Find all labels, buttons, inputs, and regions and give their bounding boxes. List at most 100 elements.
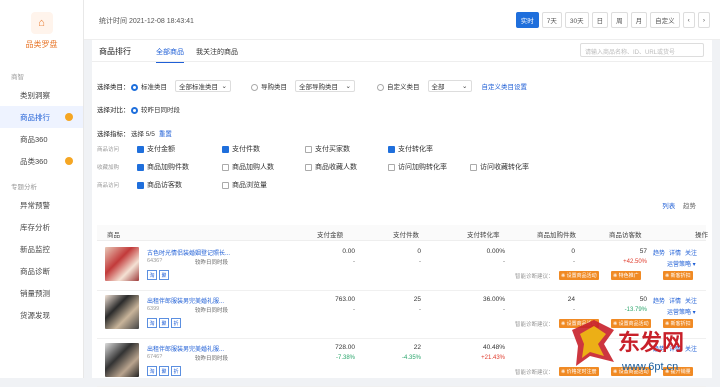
product-tag-button[interactable]: 聚 — [159, 366, 169, 376]
sidebar-item[interactable]: 商品360 — [0, 128, 83, 150]
metric-checkbox[interactable]: 支付金额 — [137, 144, 175, 154]
chevron-right-icon[interactable]: › — [697, 12, 710, 28]
row-action-link[interactable]: 趋势 — [653, 296, 665, 305]
product-tag-button[interactable]: 淘 — [147, 366, 157, 376]
sidebar-item[interactable]: 类别洞察 — [0, 84, 83, 106]
custom-category-settings-link[interactable]: 自定义类目设置 — [482, 81, 528, 91]
product-name-link[interactable]: 古色时光情侣装婚姻登记照长... — [147, 248, 230, 257]
sidebar-item[interactable]: 销量预测 — [0, 282, 83, 304]
checkbox-icon — [305, 145, 312, 153]
metric-checkbox-label: 商品收藏人数 — [315, 164, 357, 171]
product-thumbnail[interactable] — [105, 343, 139, 377]
metric-count: 选择 5/5 — [131, 131, 155, 138]
date-range-button[interactable]: 自定义 — [650, 12, 680, 28]
date-range-button[interactable]: 实时 — [515, 12, 539, 28]
metric-checkbox-label: 商品访客数 — [147, 182, 182, 189]
view-list-link[interactable]: 列表 — [662, 203, 675, 210]
product-tag-button[interactable]: 聚 — [159, 318, 169, 328]
custom-category-select[interactable]: 全部 ⌄ — [427, 80, 472, 92]
metric-checkbox[interactable]: 访问加购转化率 — [388, 162, 447, 172]
sidebar-item[interactable]: 商品排行 — [0, 106, 83, 128]
metric-checkbox[interactable]: 商品收藏人数 — [305, 162, 357, 172]
sidebar-item[interactable]: 品类360 — [0, 150, 83, 172]
search-input[interactable]: 请输入商品名称、ID、URL或货号 — [580, 43, 704, 57]
date-range-selector: 实时 7天 30天日周月自定义 ‹ › — [515, 12, 710, 28]
product-tag-button[interactable]: 淘 — [147, 318, 157, 328]
watermark-logo: 东发网 www.6pt.cn — [572, 320, 684, 373]
date-range-button[interactable]: 日 — [591, 12, 609, 28]
row-action-link[interactable]: 关注 — [685, 248, 697, 257]
cell-count-change: -4.35% — [401, 355, 421, 361]
sidebar-title: 品类罗盘 — [25, 40, 58, 49]
product-tag-button[interactable]: 淘 — [147, 270, 157, 280]
col-visitors[interactable]: 商品访客数 — [609, 229, 642, 239]
watermark-url: www.6pt.cn — [621, 361, 678, 373]
metric-checkbox-label: 访问加购转化率 — [398, 164, 447, 171]
product-thumbnail[interactable] — [105, 247, 139, 281]
sidebar-item-label: 类别洞察 — [20, 90, 50, 100]
ops-strategy-dropdown[interactable]: 运营策略 ▾ — [667, 307, 696, 316]
metric-checkbox[interactable]: 支付转化率 — [388, 144, 433, 154]
metric-checkbox[interactable]: 支付件数 — [222, 144, 260, 154]
diagnosis-tip-button[interactable]: ❋ 特色推广 — [611, 271, 641, 280]
sidebar-item-label: 货源发现 — [20, 310, 50, 320]
cell-visitors-change: -13.79% — [624, 307, 647, 313]
chevron-left-icon[interactable]: ‹ — [682, 12, 695, 28]
sidebar-item-label: 商品排行 — [20, 112, 50, 122]
date-range-button[interactable]: 周 — [611, 12, 628, 28]
row-action-link[interactable]: 关注 — [685, 296, 697, 305]
metric-checkbox[interactable]: 商品加购件数 — [137, 162, 189, 172]
col-pay-amount[interactable]: 支付金额 — [317, 229, 343, 239]
tab-followed-products[interactable]: 我关注的商品 — [196, 47, 238, 57]
radio-standard-category[interactable]: 标准类目 — [131, 81, 167, 91]
tab-all-products[interactable]: 全部商品 — [156, 47, 184, 63]
metric-checkbox[interactable]: 商品加购人数 — [222, 162, 274, 172]
date-range-button[interactable]: 月 — [630, 12, 648, 28]
product-thumbnail[interactable] — [105, 295, 139, 329]
sidebar-item[interactable]: 货源发现 — [0, 304, 83, 326]
radio-icon — [131, 83, 138, 91]
checkbox-icon — [137, 181, 144, 189]
col-pay-conversion[interactable]: 支付转化率 — [467, 229, 500, 239]
row-action-link[interactable]: 详情 — [669, 248, 681, 257]
cell-count: 25 — [413, 296, 421, 303]
date-range-button[interactable]: 7天 — [541, 12, 562, 28]
date-range-button[interactable]: 30天 — [564, 12, 589, 28]
checkbox-icon — [222, 163, 229, 171]
metric-checkbox-label: 商品加购件数 — [147, 164, 189, 171]
metric-checkbox[interactable]: 支付买家数 — [305, 144, 350, 154]
metric-reset-link[interactable]: 重置 — [159, 128, 172, 138]
sidebar-item-label: 异常预警 — [20, 200, 50, 210]
metric-checkbox[interactable]: 访问收藏转化率 — [470, 162, 529, 172]
sidebar-item[interactable]: 库存分析 — [0, 216, 83, 238]
product-name-link[interactable]: 出租伴郎服装男完美婚礼服... — [147, 344, 224, 353]
top-bar: 统计时间 2021-12-08 18:43:41 实时 7天 30天日周月自定义 ‹ › — [84, 0, 720, 40]
shopping-category-select[interactable]: 全部导购类目 ⌄ — [295, 80, 355, 92]
diagnosis-tip-button[interactable]: ❋ 设置商品活动 — [559, 271, 599, 280]
row-action-link[interactable]: 趋势 — [653, 248, 665, 257]
product-name-link[interactable]: 出租伴郎服装男完美婚礼服... — [147, 296, 224, 305]
diagnosis-tip-button[interactable]: ❋ 新客折扣 — [663, 271, 693, 280]
standard-category-select[interactable]: 全部标准类目 ⌄ — [175, 80, 231, 92]
radio-shopping-category[interactable]: 导购类目 — [251, 81, 287, 91]
product-tag-button[interactable]: 折 — [171, 366, 181, 376]
product-id: 6399 — [147, 306, 160, 312]
product-tag-button[interactable]: 聚 — [159, 270, 169, 280]
metric-checkbox[interactable]: 商品浏览量 — [222, 180, 267, 190]
row-action-link[interactable]: 详情 — [669, 296, 681, 305]
sidebar-item[interactable]: 异常预警 — [0, 194, 83, 216]
compare-period: 较昨日同时段 — [195, 356, 229, 362]
sidebar-item[interactable]: 商品诊断 — [0, 260, 83, 282]
view-trend-link[interactable]: 趋势 — [683, 203, 696, 210]
col-pay-count[interactable]: 支付件数 — [393, 229, 419, 239]
radio-compare-yesterday[interactable]: 较昨日同时段 — [131, 104, 180, 114]
col-cart-count[interactable]: 商品加购件数 — [537, 229, 576, 239]
product-tag-button[interactable]: 折 — [171, 318, 181, 328]
ops-strategy-dropdown[interactable]: 运营策略 ▾ — [667, 259, 696, 268]
radio-custom-category[interactable]: 自定义类目 — [377, 81, 420, 91]
metric-checkbox[interactable]: 商品访客数 — [137, 180, 182, 190]
sidebar-item[interactable]: 新品监控 — [0, 238, 83, 260]
radio-icon — [377, 83, 384, 91]
metric-checkbox-label: 商品浏览量 — [232, 182, 267, 189]
metric-category-label: 收藏加购 — [97, 165, 120, 171]
